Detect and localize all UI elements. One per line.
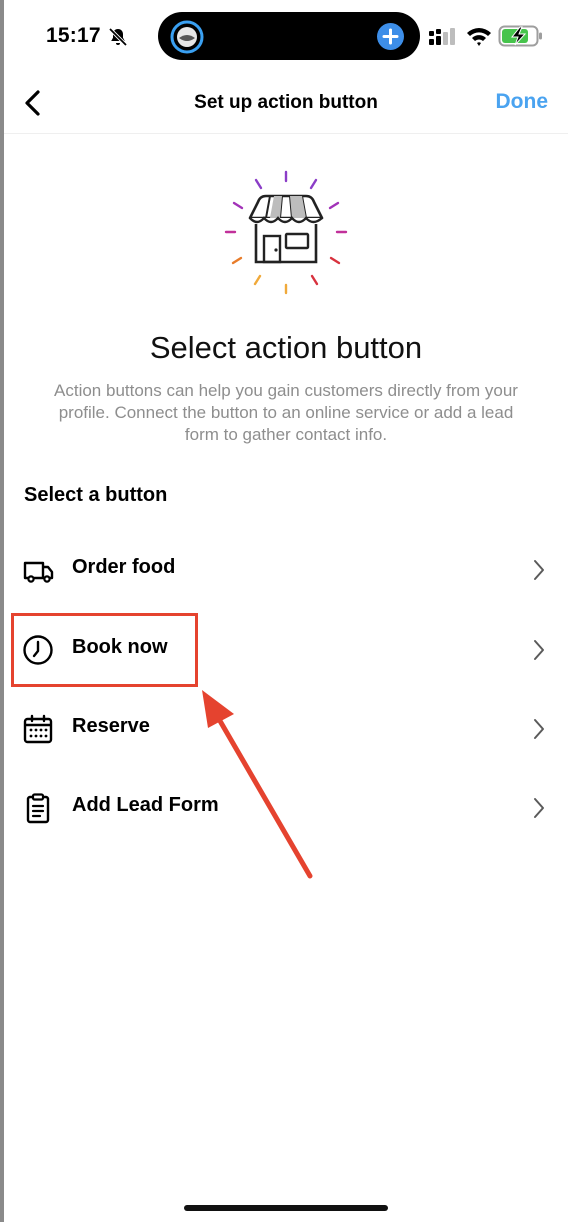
plus-circle-icon xyxy=(377,23,404,50)
page-title: Set up action button xyxy=(194,92,378,113)
bell-slash-icon xyxy=(108,27,128,47)
chevron-right-icon xyxy=(534,560,544,580)
storefront-icon xyxy=(224,170,348,295)
status-bar: 15:17 xyxy=(4,0,568,72)
clipboard-icon xyxy=(26,793,50,824)
calendar-icon xyxy=(23,714,53,744)
wifi-icon xyxy=(467,28,491,46)
chevron-right-icon xyxy=(534,719,544,739)
option-order-food[interactable]: Order food xyxy=(4,534,568,604)
annotation-highlight-box xyxy=(11,613,198,687)
done-button[interactable]: Done xyxy=(496,90,549,114)
option-label: Order food xyxy=(72,556,176,578)
app-activity-icon xyxy=(170,20,204,54)
dynamic-island xyxy=(158,12,420,60)
battery-charging-icon xyxy=(498,25,542,47)
status-time: 15:17 xyxy=(46,24,101,47)
option-label: Reserve xyxy=(72,715,150,737)
signal-icon xyxy=(429,28,455,45)
chevron-right-icon xyxy=(534,640,544,660)
chevron-right-icon xyxy=(534,798,544,818)
description-text: Action buttons can help you gain custome… xyxy=(54,381,518,444)
annotation-arrow-icon xyxy=(202,690,313,879)
section-label: Select a button xyxy=(24,484,168,506)
nav-header: Set up action button Done xyxy=(4,72,568,134)
delivery-truck-icon xyxy=(23,561,54,583)
home-indicator xyxy=(184,1205,388,1211)
left-edge-bar xyxy=(0,0,4,1222)
main-heading: Select action button xyxy=(149,330,423,365)
